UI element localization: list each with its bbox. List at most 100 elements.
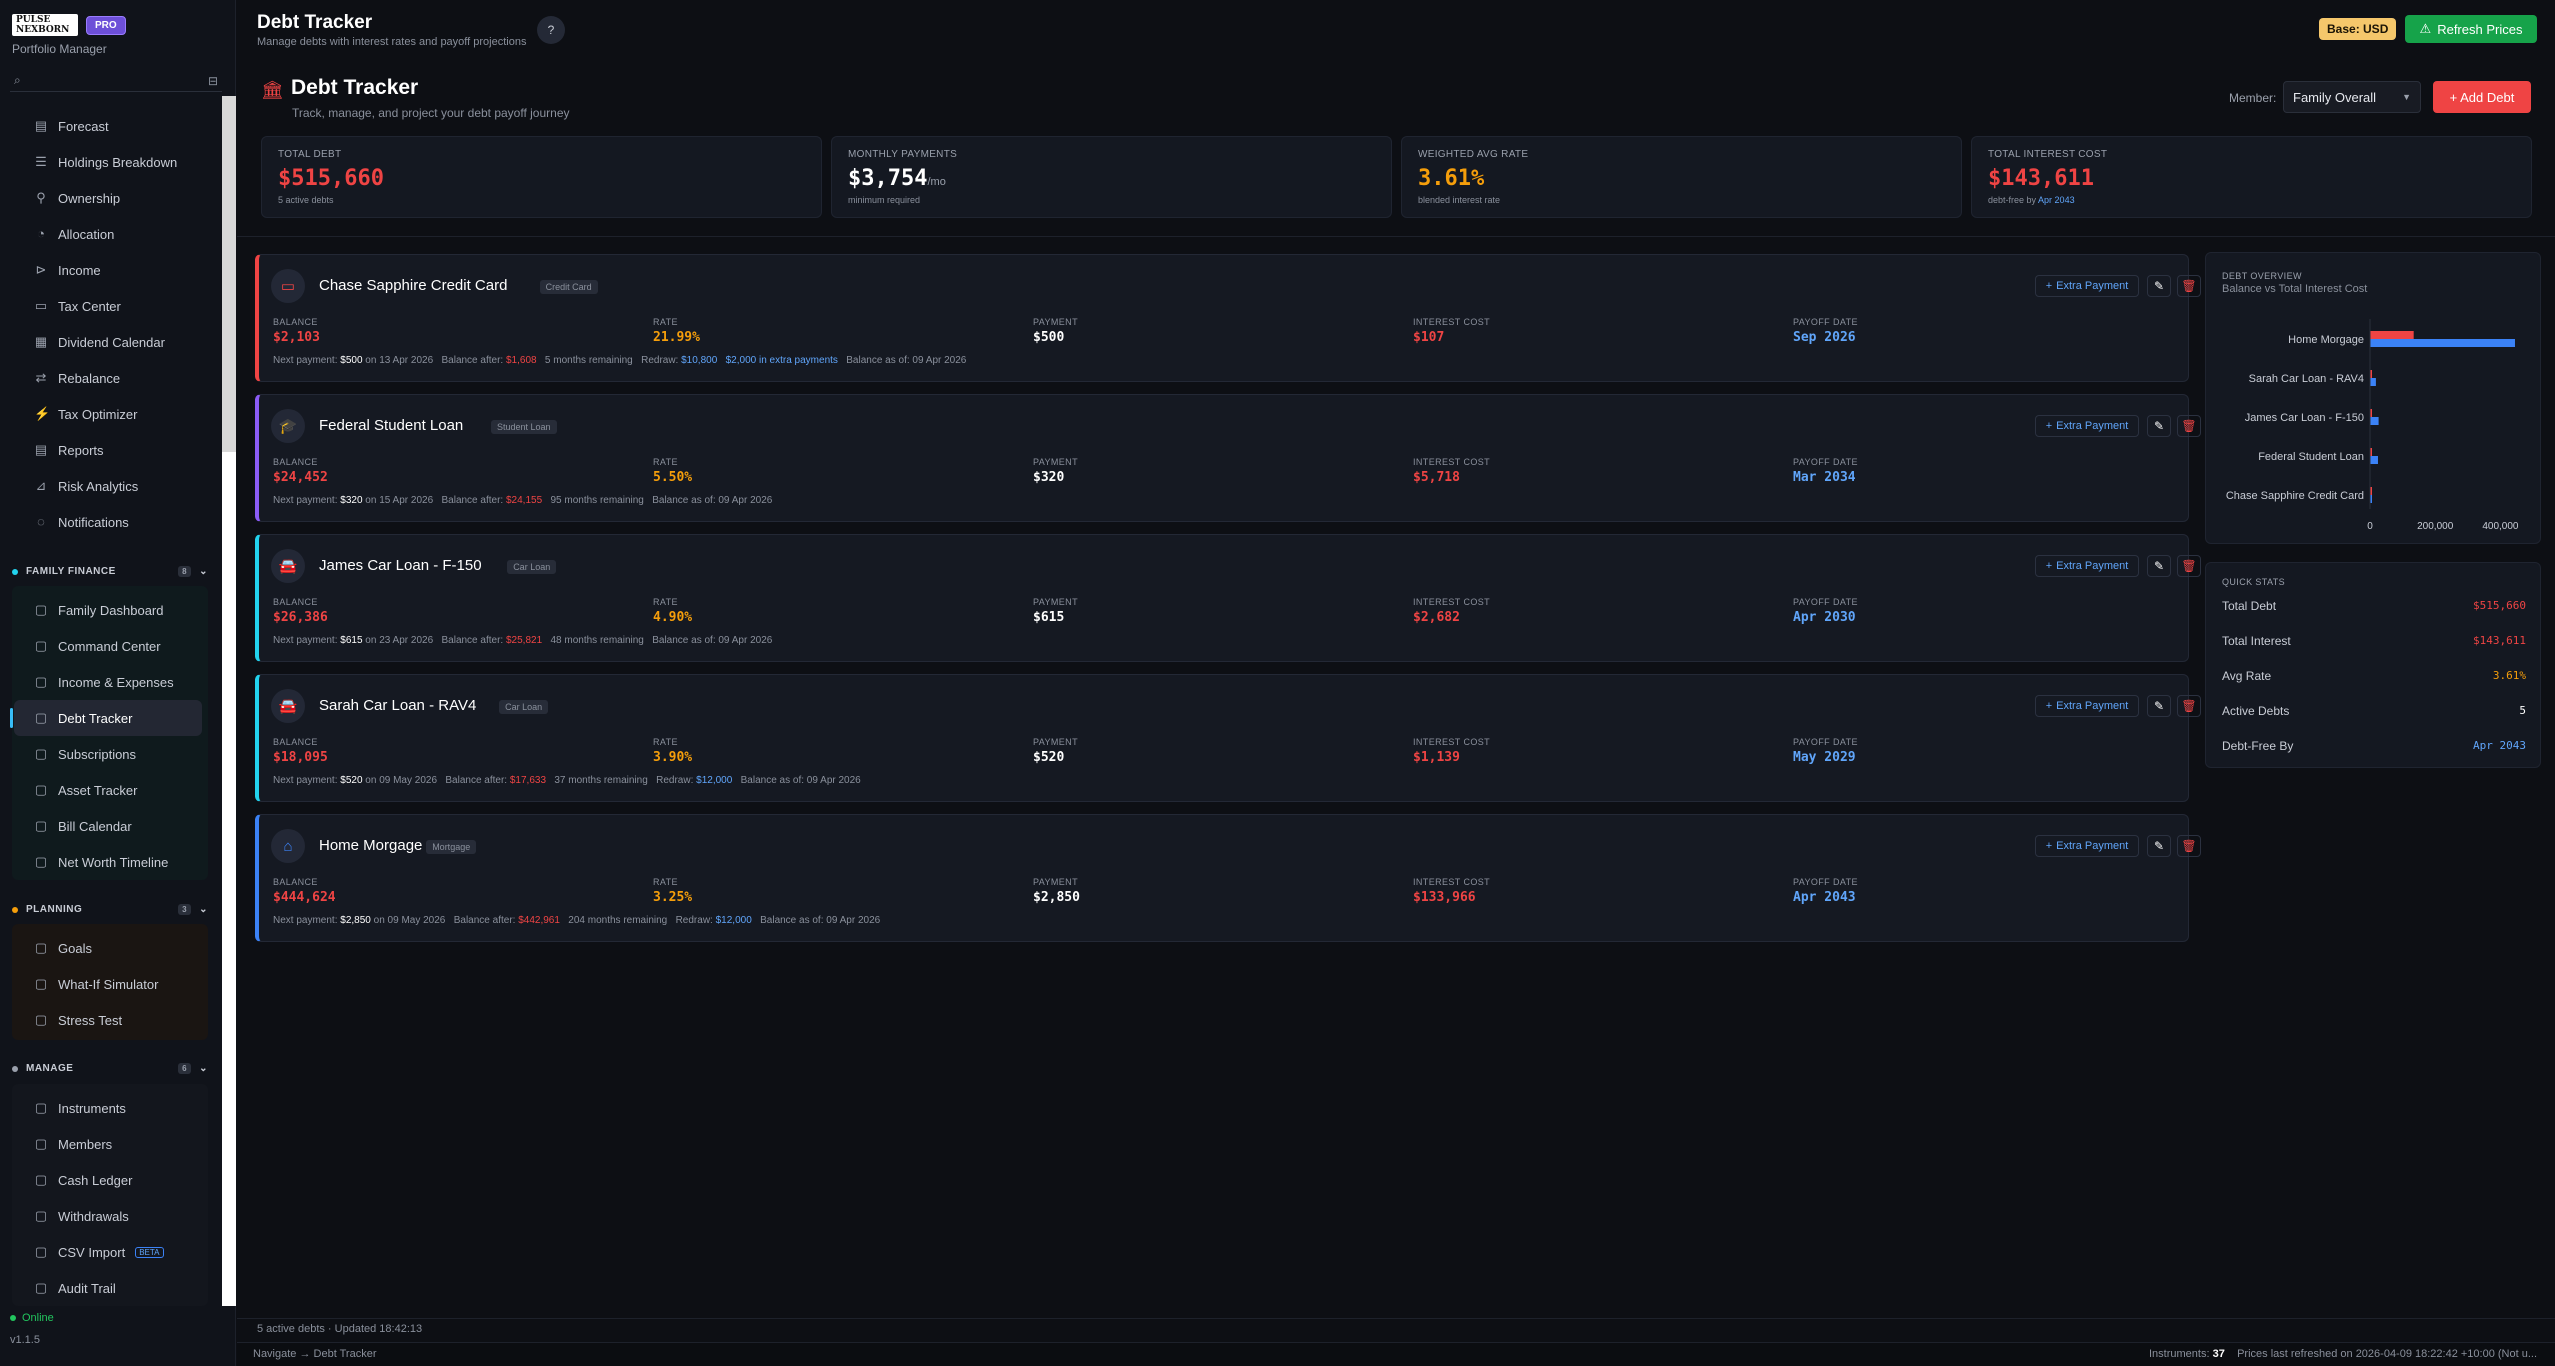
- stat-note: 5 active debts: [278, 195, 805, 205]
- sidebar-item-income[interactable]: ⊳ Income: [14, 252, 202, 288]
- redraw-value: $12,000: [696, 775, 733, 786]
- base-currency-badge[interactable]: Base: USD: [2319, 18, 2397, 40]
- debt-balance-value: $18,095: [273, 750, 328, 765]
- bell-icon: ◌: [37, 514, 45, 529]
- section-manage[interactable]: MANAGE 6 ⌄: [12, 1063, 208, 1074]
- delete-button[interactable]: 🗑: [2177, 415, 2201, 437]
- plus-icon: +: [2045, 840, 2053, 852]
- sidebar-item-risk-analytics[interactable]: ⊿ Risk Analytics: [14, 468, 202, 504]
- chart-category-label: Sarah Car Loan - RAV4: [2249, 373, 2364, 385]
- chevron-down-icon[interactable]: ⌄: [199, 904, 208, 915]
- scrollbar-thumb[interactable]: [222, 96, 236, 452]
- sidebar-item-goals[interactable]: ▢ Goals: [14, 930, 202, 966]
- member-select[interactable]: Family Overall ▼: [2283, 81, 2421, 113]
- next-payment-label: Next payment:: [273, 775, 338, 786]
- sidebar-search[interactable]: ⌕ ⊟: [10, 70, 222, 92]
- sidebar-item-command-center[interactable]: ▢ Command Center: [14, 628, 202, 664]
- debt-card: 🚘 James Car Loan - F-150 Car Loan + Extra Pa…: [255, 534, 2201, 662]
- sidebar-item-instruments[interactable]: ▢ Instruments: [14, 1090, 202, 1126]
- refresh-prices-button[interactable]: ⚠ Refresh Prices: [2405, 15, 2537, 43]
- extra-payments-note: $2,000 in extra payments: [725, 355, 838, 366]
- stat-unit: /mo: [927, 176, 946, 188]
- sidebar-item-label: Notifications: [58, 514, 129, 530]
- pro-badge: PRO: [86, 15, 126, 35]
- nav-manage-list: ▢ Instruments ▢ Members ▢ Cash Ledger ▢ Withdra…: [14, 1090, 202, 1306]
- delete-button[interactable]: 🗑: [2177, 555, 2201, 577]
- extra-payment-button[interactable]: + Extra Payment: [2035, 555, 2139, 577]
- delete-button[interactable]: 🗑: [2177, 275, 2201, 297]
- extra-payment-button[interactable]: + Extra Payment: [2035, 415, 2139, 437]
- sidebar-item-notifications[interactable]: ◌ Notifications: [14, 504, 202, 540]
- rebalance-icon: ⇄: [35, 370, 47, 385]
- sidebar-item-forecast[interactable]: ▤ Forecast: [14, 108, 202, 144]
- section-family-finance[interactable]: FAMILY FINANCE 8 ⌄: [12, 566, 208, 577]
- edit-button[interactable]: ✎: [2147, 275, 2171, 297]
- sidebar-item-stress-test[interactable]: ▢ Stress Test: [14, 1002, 202, 1038]
- debt-rate-label: RATE: [653, 877, 678, 887]
- chart-bar[interactable]: [2370, 339, 2515, 347]
- sidebar-item-members[interactable]: ▢ Members: [14, 1126, 202, 1162]
- debt-payoff-value: Apr 2030: [1793, 610, 1856, 625]
- sidebar-item-bill-calendar[interactable]: ▢ Bill Calendar: [14, 808, 202, 844]
- debt-payoff-column: PAYOFF DATE Mar 2034: [1793, 457, 1858, 485]
- sidebar-item-asset-tracker[interactable]: ▢ Asset Tracker: [14, 772, 202, 808]
- sidebar-item-cash-ledger[interactable]: ▢ Cash Ledger: [14, 1162, 202, 1198]
- edit-button[interactable]: ✎: [2147, 555, 2171, 577]
- sidebar-item-family-dashboard[interactable]: ▢ Family Dashboard: [14, 592, 202, 628]
- delete-button[interactable]: 🗑: [2177, 835, 2201, 857]
- chevron-down-icon[interactable]: ⌄: [199, 1063, 208, 1074]
- sidebar-item-audit-trail[interactable]: ▢ Audit Trail: [14, 1270, 202, 1306]
- extra-payment-button[interactable]: + Extra Payment: [2035, 835, 2139, 857]
- chevron-down-icon: ▼: [2402, 92, 2411, 102]
- chevron-down-icon[interactable]: ⌄: [199, 566, 208, 577]
- sidebar-item-label: Tax Center: [58, 298, 121, 314]
- sidebar-item-reports[interactable]: ▤ Reports: [14, 432, 202, 468]
- sidebar-item-tax-optimizer[interactable]: ⚡ Tax Optimizer: [14, 396, 202, 432]
- sidebar-item-ownership[interactable]: ⚲ Ownership: [14, 180, 202, 216]
- trash-icon: 🗑: [2181, 699, 2197, 713]
- optimizer-icon: ⚡: [34, 406, 51, 421]
- balance-after-value: $17,633: [509, 775, 547, 786]
- sidebar-item-withdrawals[interactable]: ▢ Withdrawals: [14, 1198, 202, 1234]
- sidebar-item-allocation[interactable]: ◔ Allocation: [14, 216, 202, 252]
- sidebar-item-csv-import[interactable]: ▢ CSV Import BETA: [14, 1234, 202, 1270]
- debt-payment-column: PAYMENT $2,850: [1033, 877, 1080, 905]
- edit-button[interactable]: ✎: [2147, 415, 2171, 437]
- section-planning[interactable]: PLANNING 3 ⌄: [12, 904, 208, 915]
- pencil-icon: ✎: [2153, 559, 2165, 573]
- sidebar-item-net-worth-timeline[interactable]: ▢ Net Worth Timeline: [14, 844, 202, 880]
- quick-stat-label: Total Interest: [2222, 634, 2291, 648]
- add-debt-button[interactable]: + Add Debt: [2433, 81, 2531, 113]
- stat-note-link[interactable]: Apr 2043: [2038, 195, 2075, 205]
- sidebar-item-tax-center[interactable]: ▭ Tax Center: [14, 288, 202, 324]
- chart-bar[interactable]: [2370, 456, 2378, 464]
- sidebar-scrollbar[interactable]: [222, 96, 236, 1306]
- sidebar-item-income-expenses[interactable]: ▢ Income & Expenses: [14, 664, 202, 700]
- on-label: on: [365, 775, 377, 786]
- collapse-sidebar-icon[interactable]: ⊟: [208, 74, 218, 88]
- member-label: Member:: [2229, 91, 2277, 105]
- sidebar-item-subscriptions[interactable]: ▢ Subscriptions: [14, 736, 202, 772]
- sidebar-item-label: Holdings Breakdown: [58, 154, 178, 170]
- extra-payment-button[interactable]: + Extra Payment: [2035, 275, 2139, 297]
- debt-payment-value: $500: [1033, 330, 1065, 345]
- delete-button[interactable]: 🗑: [2177, 695, 2201, 717]
- nav-item-icon: ▢: [34, 1012, 48, 1027]
- allocation-icon: ◔: [37, 226, 45, 241]
- help-button[interactable]: ?: [537, 16, 565, 44]
- next-payment-amount: $520: [340, 775, 363, 786]
- edit-button[interactable]: ✎: [2147, 835, 2171, 857]
- extra-payment-button[interactable]: + Extra Payment: [2035, 695, 2139, 717]
- chart-bar[interactable]: [2370, 417, 2379, 425]
- app-logo[interactable]: PULSE NEXBORN: [12, 14, 78, 36]
- quick-stat-label: Active Debts: [2222, 704, 2290, 718]
- edit-button[interactable]: ✎: [2147, 695, 2171, 717]
- chart-bar[interactable]: [2370, 331, 2414, 339]
- nav-item-icon: ▢: [34, 782, 48, 797]
- sidebar-item-holdings-breakdown[interactable]: ☰ Holdings Breakdown: [14, 144, 202, 180]
- sidebar-item-debt-tracker[interactable]: ▢ Debt Tracker: [10, 700, 202, 736]
- chart-bar[interactable]: [2370, 378, 2376, 386]
- sidebar-item-dividend-calendar[interactable]: ▦ Dividend Calendar: [14, 324, 202, 360]
- sidebar-item-what-if-simulator[interactable]: ▢ What-If Simulator: [14, 966, 202, 1002]
- sidebar-item-rebalance[interactable]: ⇄ Rebalance: [14, 360, 202, 396]
